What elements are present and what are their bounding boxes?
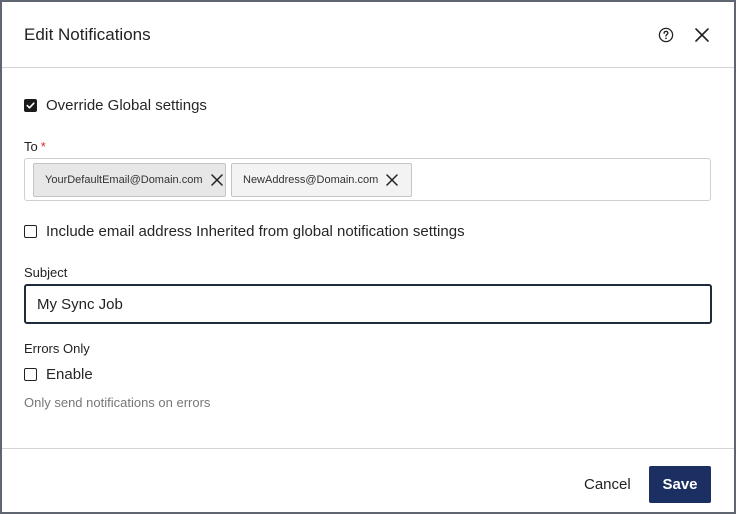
remove-recipient-icon[interactable] bbox=[210, 174, 223, 186]
to-label: To * bbox=[24, 139, 46, 154]
override-global-label: Override Global settings bbox=[46, 97, 207, 114]
dialog-footer: Cancel Save bbox=[2, 448, 734, 512]
include-inherited-checkbox[interactable] bbox=[24, 225, 37, 238]
override-global-checkbox[interactable] bbox=[24, 99, 37, 112]
recipient-chip: YourDefaultEmail@Domain.com bbox=[33, 163, 226, 197]
checkmark-icon bbox=[26, 102, 35, 109]
to-label-text: To bbox=[24, 139, 38, 154]
recipient-chip-label: NewAddress@Domain.com bbox=[243, 174, 379, 186]
remove-recipient-icon[interactable] bbox=[386, 174, 399, 186]
close-icon[interactable] bbox=[692, 25, 712, 45]
dialog-title: Edit Notifications bbox=[24, 24, 151, 44]
edit-notifications-dialog: Edit Notifications Override Global setti… bbox=[2, 2, 734, 512]
to-recipients-field[interactable]: YourDefaultEmail@Domain.com NewAddress@D… bbox=[24, 158, 711, 201]
subject-label: Subject bbox=[24, 265, 68, 280]
subject-input[interactable] bbox=[24, 284, 712, 324]
errors-only-hint: Only send notifications on errors bbox=[24, 395, 211, 410]
override-global-row[interactable]: Override Global settings bbox=[24, 97, 207, 114]
errors-only-row[interactable]: Enable bbox=[24, 366, 93, 383]
recipient-chip-label: YourDefaultEmail@Domain.com bbox=[45, 174, 203, 186]
required-marker: * bbox=[40, 139, 46, 154]
help-icon[interactable] bbox=[656, 25, 676, 45]
errors-only-label: Errors Only bbox=[24, 341, 90, 356]
recipient-chip: NewAddress@Domain.com bbox=[231, 163, 412, 197]
cancel-button[interactable]: Cancel bbox=[584, 476, 631, 493]
include-inherited-label: Include email address Inherited from glo… bbox=[46, 223, 465, 240]
dialog-header: Edit Notifications bbox=[2, 2, 734, 68]
save-button[interactable]: Save bbox=[649, 466, 711, 503]
errors-only-checkbox[interactable] bbox=[24, 368, 37, 381]
errors-only-checkbox-label: Enable bbox=[46, 366, 93, 383]
include-inherited-row[interactable]: Include email address Inherited from glo… bbox=[24, 223, 465, 240]
